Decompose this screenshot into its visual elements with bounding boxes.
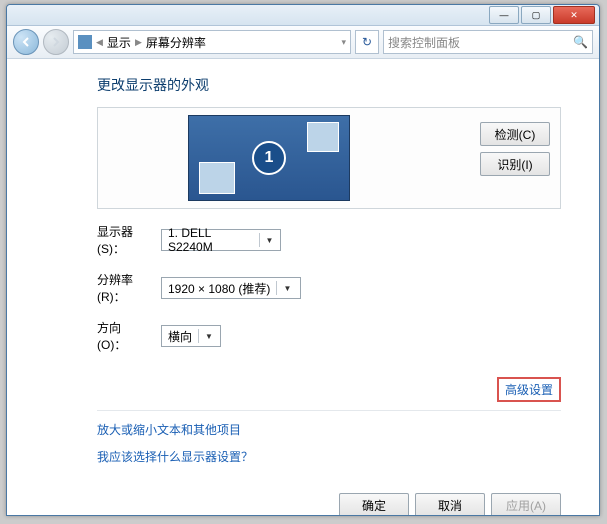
monitor-thumbnail-small — [307, 122, 339, 152]
control-panel-window: — ▢ ✕ ◀ 显示 ▶ 屏幕分辨率 ▾ ↻ 搜索控制面板 🔍 更改显示器的外观 — [6, 4, 600, 516]
monitor-icon — [78, 35, 92, 49]
page-title: 更改显示器的外观 — [97, 75, 561, 95]
chevron-down-icon: ▼ — [198, 329, 216, 343]
content-area: 更改显示器的外观 1 检测(C) 识别(I) 显示器(S)： 1. DELL S… — [7, 59, 599, 515]
search-placeholder: 搜索控制面板 — [388, 34, 460, 51]
display-preview-box: 1 检测(C) 识别(I) — [97, 107, 561, 209]
forward-button[interactable] — [43, 29, 69, 55]
chevron-right-icon: ▶ — [135, 37, 142, 48]
back-button[interactable] — [13, 29, 39, 55]
row-resolution: 分辨率(R)： 1920 × 1080 (推荐) ▼ — [97, 271, 561, 305]
navbar: ◀ 显示 ▶ 屏幕分辨率 ▾ ↻ 搜索控制面板 🔍 — [7, 26, 599, 59]
dropdown-orientation-value: 横向 — [168, 328, 192, 345]
dropdown-resolution[interactable]: 1920 × 1080 (推荐) ▼ — [161, 277, 301, 299]
chevron-down-icon[interactable]: ▾ — [341, 37, 346, 48]
text-size-link[interactable]: 放大或缩小文本和其他项目 — [97, 421, 561, 438]
footer-buttons: 确定 取消 应用(A) — [97, 493, 561, 515]
ok-button[interactable]: 确定 — [339, 493, 409, 515]
search-input[interactable]: 搜索控制面板 🔍 — [383, 30, 593, 54]
row-orientation: 方向(O)： 横向 ▼ — [97, 319, 561, 353]
search-icon: 🔍 — [573, 35, 588, 49]
close-icon: ✕ — [570, 10, 578, 21]
minimize-icon: — — [500, 10, 509, 20]
refresh-button[interactable]: ↻ — [355, 30, 379, 54]
chevron-down-icon: ▼ — [276, 281, 294, 295]
divider — [97, 410, 561, 411]
row-display: 显示器(S)： 1. DELL S2240M ▼ — [97, 223, 561, 257]
label-resolution: 分辨率(R)： — [97, 271, 149, 305]
label-display: 显示器(S)： — [97, 223, 149, 257]
refresh-icon: ↻ — [362, 35, 372, 49]
maximize-icon: ▢ — [532, 10, 541, 21]
cancel-button[interactable]: 取消 — [415, 493, 485, 515]
preview-side-buttons: 检测(C) 识别(I) — [480, 122, 550, 176]
dropdown-display[interactable]: 1. DELL S2240M ▼ — [161, 229, 281, 251]
breadcrumb-seg-display[interactable]: 显示 — [107, 34, 131, 51]
chevron-right-icon: ◀ — [96, 37, 103, 48]
arrow-left-icon — [21, 37, 31, 47]
dropdown-orientation[interactable]: 横向 ▼ — [161, 325, 221, 347]
detect-button[interactable]: 检测(C) — [480, 122, 550, 146]
label-orientation: 方向(O)： — [97, 319, 149, 353]
arrow-right-icon — [51, 37, 61, 47]
which-settings-link[interactable]: 我应该选择什么显示器设置？ — [97, 448, 561, 465]
display-preview[interactable]: 1 — [188, 115, 350, 201]
advanced-settings-link[interactable]: 高级设置 — [497, 377, 561, 402]
advanced-link-row: 高级设置 — [97, 377, 561, 402]
identify-button[interactable]: 识别(I) — [480, 152, 550, 176]
dropdown-display-value: 1. DELL S2240M — [168, 226, 253, 254]
breadcrumb-seg-resolution[interactable]: 屏幕分辨率 — [146, 34, 206, 51]
monitor-thumbnail-small — [199, 162, 235, 194]
titlebar: — ▢ ✕ — [7, 5, 599, 26]
minimize-button[interactable]: — — [489, 6, 519, 24]
maximize-button[interactable]: ▢ — [521, 6, 551, 24]
close-button[interactable]: ✕ — [553, 6, 595, 24]
apply-button[interactable]: 应用(A) — [491, 493, 561, 515]
display-number-badge: 1 — [252, 141, 286, 175]
dropdown-resolution-value: 1920 × 1080 (推荐) — [168, 280, 270, 297]
breadcrumb[interactable]: ◀ 显示 ▶ 屏幕分辨率 ▾ — [73, 30, 351, 54]
chevron-down-icon: ▼ — [259, 233, 276, 247]
